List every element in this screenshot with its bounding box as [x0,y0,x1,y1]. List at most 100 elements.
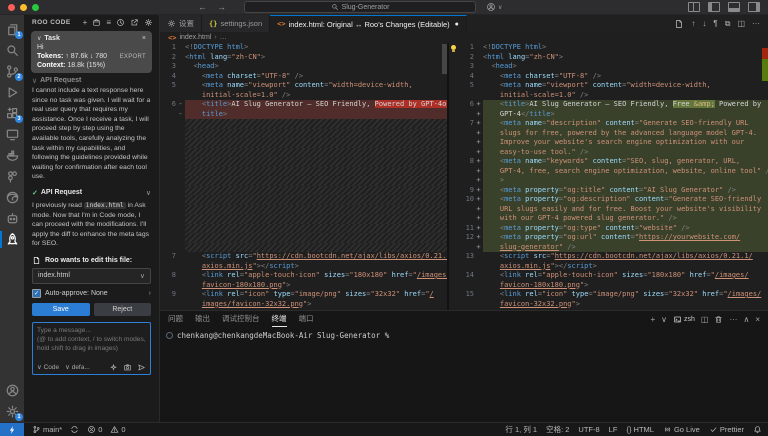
search-icon [5,43,20,58]
modified-dot-icon[interactable]: ● [455,21,459,28]
toggle-sidebar-left-icon[interactable] [708,2,720,12]
activity-search[interactable] [0,40,24,61]
code-row [160,119,447,129]
status-main-[interactable]: main* [32,425,62,434]
minimize-window-button[interactable] [20,4,27,11]
panel-tab-调试控制台[interactable]: 调试控制台 [222,311,260,327]
more-actions-icon[interactable]: ··· [729,315,737,324]
open-external-icon[interactable] [130,18,139,27]
close-window-button[interactable] [8,4,15,11]
chevron-right-icon[interactable]: › [149,290,151,297]
status-sync-icon[interactable] [70,425,79,434]
status-bell-icon[interactable] [753,425,762,434]
status-0[interactable]: 0 [110,425,125,434]
reject-button[interactable]: Reject [94,303,152,316]
activity-robot[interactable] [0,208,24,229]
plus-icon[interactable]: + [650,315,655,324]
line-number [458,176,474,186]
split-editor-icon[interactable]: ◫ [701,315,709,324]
toggle-panel-icon[interactable] [728,2,740,12]
activity-source-control[interactable]: 2 [0,61,24,82]
edit-file-row: Roo wants to edit this file: [32,256,151,265]
gear-icon[interactable] [144,18,153,27]
profile-select[interactable]: ∨ defa... [65,363,90,371]
panel-tab-终端[interactable]: 终端 [272,311,287,327]
panel-tab-输出[interactable]: 输出 [195,311,210,327]
code-row: + > [449,176,768,186]
toggle-sidebar-right-icon[interactable] [748,2,760,12]
code-row: 3 <head> [449,62,768,72]
activity-edge-browser[interactable] [0,187,24,208]
back-icon[interactable]: ← [198,2,207,12]
code-row [160,214,447,224]
account-menu[interactable]: ∨ [486,2,502,12]
remote-indicator[interactable] [0,423,24,436]
send-icon[interactable] [137,363,146,372]
plus-icon[interactable]: + [83,18,88,27]
status-lf[interactable]: LF [609,425,618,434]
prev-change-icon[interactable]: ↑ [691,19,695,28]
image-icon[interactable] [123,363,132,372]
activity-account[interactable] [0,380,24,401]
auto-approve-checkbox[interactable]: ✓ [32,289,41,298]
activity-explorer[interactable]: 1 [0,19,24,40]
status-0[interactable]: 0 [87,425,102,434]
zoom-window-button[interactable] [32,4,39,11]
activity-remote-explorer[interactable] [0,124,24,145]
chevron-down-icon[interactable]: ∨ [661,315,667,324]
activity-plugin[interactable] [0,166,24,187]
enhance-prompt-icon[interactable] [109,363,118,372]
api-request-header-cut[interactable]: ∨API Request [32,77,151,84]
gear-icon [167,19,176,28]
panel-tab-端口[interactable]: 端口 [299,311,314,327]
box-icon[interactable] [92,18,101,27]
mode-select[interactable]: ∨ Code [37,363,59,371]
export-button[interactable]: EXPORT [120,54,146,60]
status-go-live[interactable]: Go Live [663,425,700,434]
status--2[interactable]: 空格: 2 [546,424,569,435]
next-change-icon[interactable]: ↓ [702,19,706,28]
terminal[interactable]: chenkang@chenkangdeMacBook-Air Slug-Gene… [160,327,768,340]
whitespace-icon[interactable]: ¶ [713,19,717,28]
command-center-search[interactable]: Slug-Generator [244,1,476,13]
scrollbar-thumb[interactable] [442,44,447,74]
api-request-header[interactable]: ✓ API Request ∨ [32,189,151,197]
tab-settings.json[interactable]: {}settings.json [202,15,270,32]
diff-pane-original[interactable]: 1<!DOCTYPE html>2<html lang="zh-CN">3 <h… [160,43,449,310]
status--html[interactable]: {} HTML [626,425,654,434]
chevron-up-icon[interactable]: ∧ [743,315,749,324]
breadcrumb[interactable]: <> index.html › … [160,32,768,43]
split-editor-icon[interactable]: ◫ [737,19,745,28]
save-button[interactable]: Save [32,303,90,316]
close-icon[interactable]: × [755,315,760,324]
activity-settings[interactable]: 1 [0,401,24,422]
menu-icon[interactable]: ≡ [106,18,111,27]
history-icon[interactable] [116,18,125,27]
chevron-down-icon[interactable]: ∨ [37,35,41,42]
forward-icon[interactable]: → [217,2,226,12]
diff-marker [474,91,483,101]
status-prettier[interactable]: Prettier [709,425,744,434]
inline-view-icon[interactable]: ⧉ [725,19,731,28]
status-utf-8[interactable]: UTF-8 [578,425,599,434]
diff-pane-modified[interactable]: 1<!DOCTYPE html>2<html lang="zh-CN">3 <h… [449,43,768,310]
status--1-1[interactable]: 行 1, 列 1 [505,424,537,435]
activity-roo-code[interactable] [0,229,24,250]
activity-run-debug[interactable] [0,82,24,103]
activity-docker[interactable] [0,145,24,166]
diff-marker [176,167,185,177]
panel-tab-问题[interactable]: 问题 [168,311,183,327]
close-task-icon[interactable]: × [142,35,146,42]
tab-index.html[interactable]: <>index.html: Original ↔ Roo's Changes (… [270,15,467,32]
trash-icon[interactable] [714,315,723,324]
edit-file-dropdown[interactable]: index.html∨ [32,268,151,284]
tab-设置[interactable]: 设置 [160,15,202,32]
customize-layout-icon[interactable] [688,2,700,12]
activity-extensions[interactable]: 3 [0,103,24,124]
lightbulb-icon[interactable] [451,45,456,50]
open-file-icon[interactable] [674,19,684,29]
file-type-icon: <> [277,20,285,28]
terminal-icon[interactable]: zsh [673,315,695,324]
chat-input[interactable]: Type a message... (@ to add context, / t… [32,322,151,375]
more-actions-icon[interactable]: ··· [752,19,760,28]
